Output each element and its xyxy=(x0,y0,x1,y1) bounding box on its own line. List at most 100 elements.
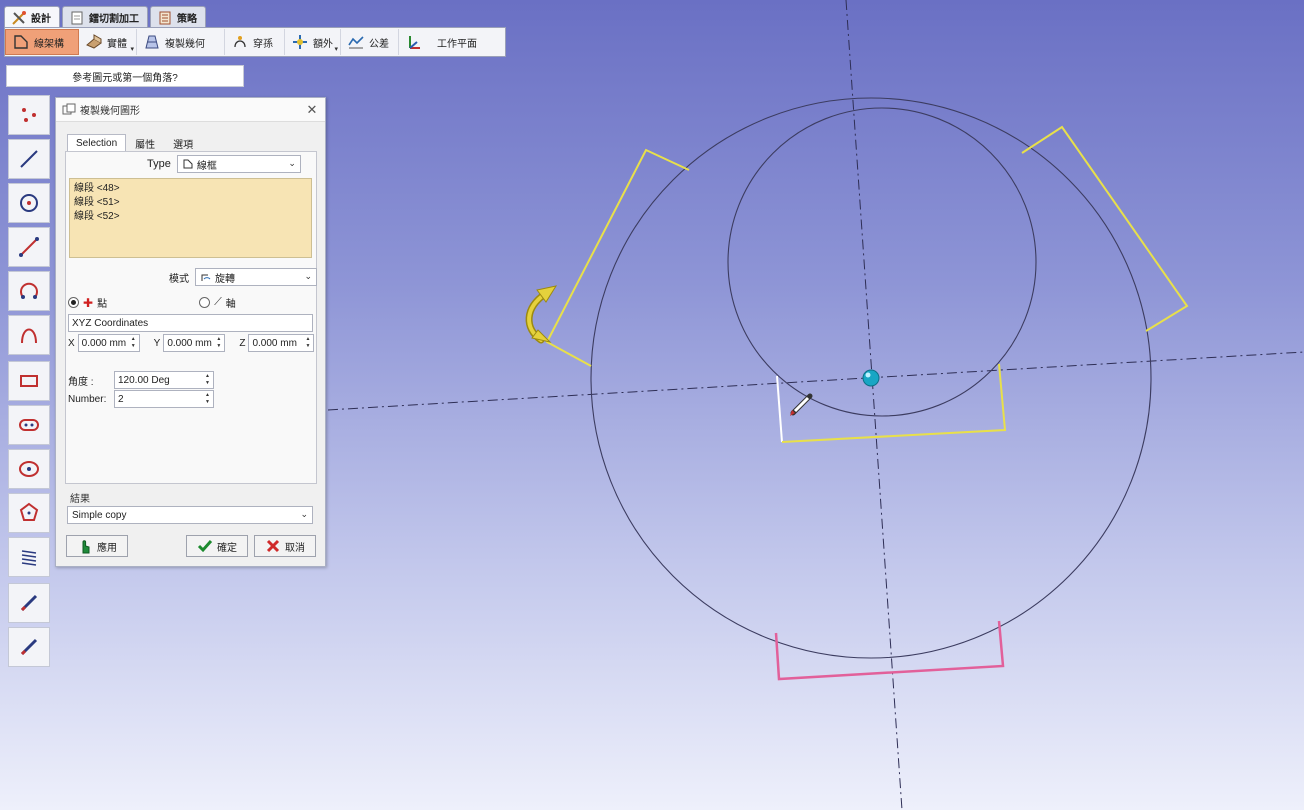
rectangle-icon xyxy=(20,375,38,387)
solid-button[interactable]: 實體 ▾ xyxy=(79,29,137,55)
extra-dropdown-icon[interactable]: ▾ xyxy=(334,45,338,53)
circle-tool-button[interactable] xyxy=(8,183,50,223)
selected-notch-center[interactable] xyxy=(781,363,1007,443)
z-field[interactable]: 0.000 mm ▲ ▼ xyxy=(248,334,315,352)
wireframe-icon xyxy=(183,159,193,169)
tab-options[interactable]: 選項 xyxy=(164,134,202,152)
y-field[interactable]: 0.000 mm ▲ ▼ xyxy=(163,334,226,352)
workplane-button[interactable]: 工作平面 xyxy=(399,29,495,55)
cancel-button[interactable]: 取消 xyxy=(254,535,316,557)
mode-select-value: 旋轉 xyxy=(215,273,235,285)
sketch-edit-tool-button[interactable] xyxy=(8,627,50,667)
solid-dropdown-icon[interactable]: ▾ xyxy=(130,45,134,53)
x-stepper[interactable]: ▲ ▼ xyxy=(129,336,138,350)
result-select[interactable]: Simple copy ⌄ xyxy=(67,506,313,524)
apply-label: 應用 xyxy=(97,542,117,554)
line-tool-button[interactable] xyxy=(8,139,50,179)
point-marker-icon: ✚ xyxy=(83,295,94,310)
pierce-icon xyxy=(234,36,246,48)
points-icon xyxy=(22,108,36,122)
tolerance-button[interactable]: 公差 xyxy=(341,29,399,55)
axis-radio[interactable] xyxy=(199,297,211,308)
type-select-value: 線框 xyxy=(196,160,217,172)
list-item[interactable]: 線段 <51> xyxy=(74,196,307,210)
ok-label: 確定 xyxy=(217,542,237,554)
tab-laser-cut[interactable]: 鐳切割加工 xyxy=(62,6,148,28)
tab-design-label: 設計 xyxy=(31,14,51,25)
prompt-hint: 參考圖元或第一個角落? xyxy=(6,65,244,87)
spiral-icon xyxy=(21,550,37,566)
chevron-down-icon: ⌄ xyxy=(304,271,312,281)
cross-icon xyxy=(266,539,280,553)
xyz-row: X 0.000 mm ▲ ▼ Y 0.000 mm ▲ ▼ Z 0.000 mm ▲… xyxy=(68,334,315,352)
solid-icon xyxy=(86,34,102,49)
copy-geometry-button[interactable]: 複製幾何 xyxy=(137,29,225,55)
inner-circle[interactable] xyxy=(727,107,1037,417)
list-item[interactable]: 線段 <52> xyxy=(74,210,307,224)
slot-icon xyxy=(19,419,39,431)
points-tool-button[interactable] xyxy=(8,95,50,135)
ellipse-icon xyxy=(19,461,39,477)
list-item[interactable]: 線段 <48> xyxy=(74,182,307,196)
coordinate-system-field[interactable]: XYZ Coordinates xyxy=(68,314,313,332)
extra-label: 額外 xyxy=(313,38,333,50)
close-icon[interactable]: ✕ xyxy=(305,102,319,117)
rectangle-tool-button[interactable] xyxy=(8,361,50,401)
pencil-edit-icon xyxy=(20,638,38,656)
ok-button[interactable]: 確定 xyxy=(186,535,248,557)
segment-tool-button[interactable] xyxy=(8,227,50,267)
spiral-tool-button[interactable] xyxy=(8,537,50,577)
sketch-tool-button[interactable] xyxy=(8,583,50,623)
number-stepper[interactable]: ▲ ▼ xyxy=(203,392,212,406)
pencil-icon xyxy=(20,594,38,612)
mode-select[interactable]: 旋轉 ⌄ xyxy=(195,268,317,286)
slot-tool-button[interactable] xyxy=(8,405,50,445)
curve-tool-button[interactable] xyxy=(8,315,50,355)
y-label: Y xyxy=(153,337,161,349)
mode-row: 模式 旋轉 ⌄ xyxy=(169,268,317,286)
extra-button[interactable]: 額外 ▾ xyxy=(285,29,341,55)
laser-cut-icon xyxy=(71,11,83,24)
arc-tool-button[interactable] xyxy=(8,271,50,311)
x-label: X xyxy=(68,337,75,349)
angle-field[interactable]: 120.00 Deg ▲ ▼ xyxy=(114,371,214,389)
apply-button[interactable]: 應用 xyxy=(66,535,128,557)
polygon-tool-button[interactable] xyxy=(8,493,50,533)
axis-radio-label: 軸 xyxy=(225,299,236,310)
rotation-reference-row: ✚ 點 ⟋ 軸 xyxy=(68,295,320,310)
result-label: 結果 xyxy=(70,494,90,505)
selection-list[interactable]: 線段 <48> 線段 <51> 線段 <52> xyxy=(69,178,312,258)
left-tool-strip xyxy=(8,95,52,671)
angle-label: 角度 : xyxy=(68,376,94,388)
chevron-down-icon: ⌄ xyxy=(300,509,308,519)
pierce-label: 穿孫 xyxy=(253,38,273,50)
polygon-icon xyxy=(19,502,39,521)
dialog-tabs: Selection 屬性 選項 xyxy=(67,134,202,152)
y-stepper[interactable]: ▲ ▼ xyxy=(214,336,223,350)
dialog-titlebar[interactable]: 複製幾何圖形 ✕ xyxy=(56,98,325,122)
y-axis-line xyxy=(845,0,903,810)
tab-properties[interactable]: 屬性 xyxy=(126,134,164,152)
selected-notch-right[interactable] xyxy=(1021,125,1189,332)
angle-stepper[interactable]: ▲ ▼ xyxy=(203,373,212,387)
z-stepper[interactable]: ▲ ▼ xyxy=(303,336,312,350)
preview-notch-bottom[interactable] xyxy=(774,620,1005,681)
point-radio-label: 點 xyxy=(97,299,108,310)
x-field[interactable]: 0.000 mm ▲ ▼ xyxy=(77,334,140,352)
point-radio[interactable] xyxy=(68,297,79,308)
check-icon xyxy=(197,540,213,553)
tab-strategy[interactable]: 策略 xyxy=(150,6,206,28)
chevron-down-icon: ⌄ xyxy=(288,158,296,168)
tab-design[interactable]: 設計 xyxy=(4,6,60,28)
ellipse-tool-button[interactable] xyxy=(8,449,50,489)
pierce-button[interactable]: 穿孫 xyxy=(225,29,285,55)
number-field[interactable]: 2 ▲ ▼ xyxy=(114,390,214,408)
rotate-icon xyxy=(201,274,211,281)
origin-marker[interactable] xyxy=(862,369,880,387)
wireframe-label: 線架構 xyxy=(34,38,64,50)
strategy-icon xyxy=(159,11,171,24)
type-select[interactable]: 線框 ⌄ xyxy=(176,155,301,173)
notch-edge-white xyxy=(776,375,783,443)
wireframe-button[interactable]: 線架構 xyxy=(5,29,79,55)
tab-selection[interactable]: Selection xyxy=(67,134,127,152)
